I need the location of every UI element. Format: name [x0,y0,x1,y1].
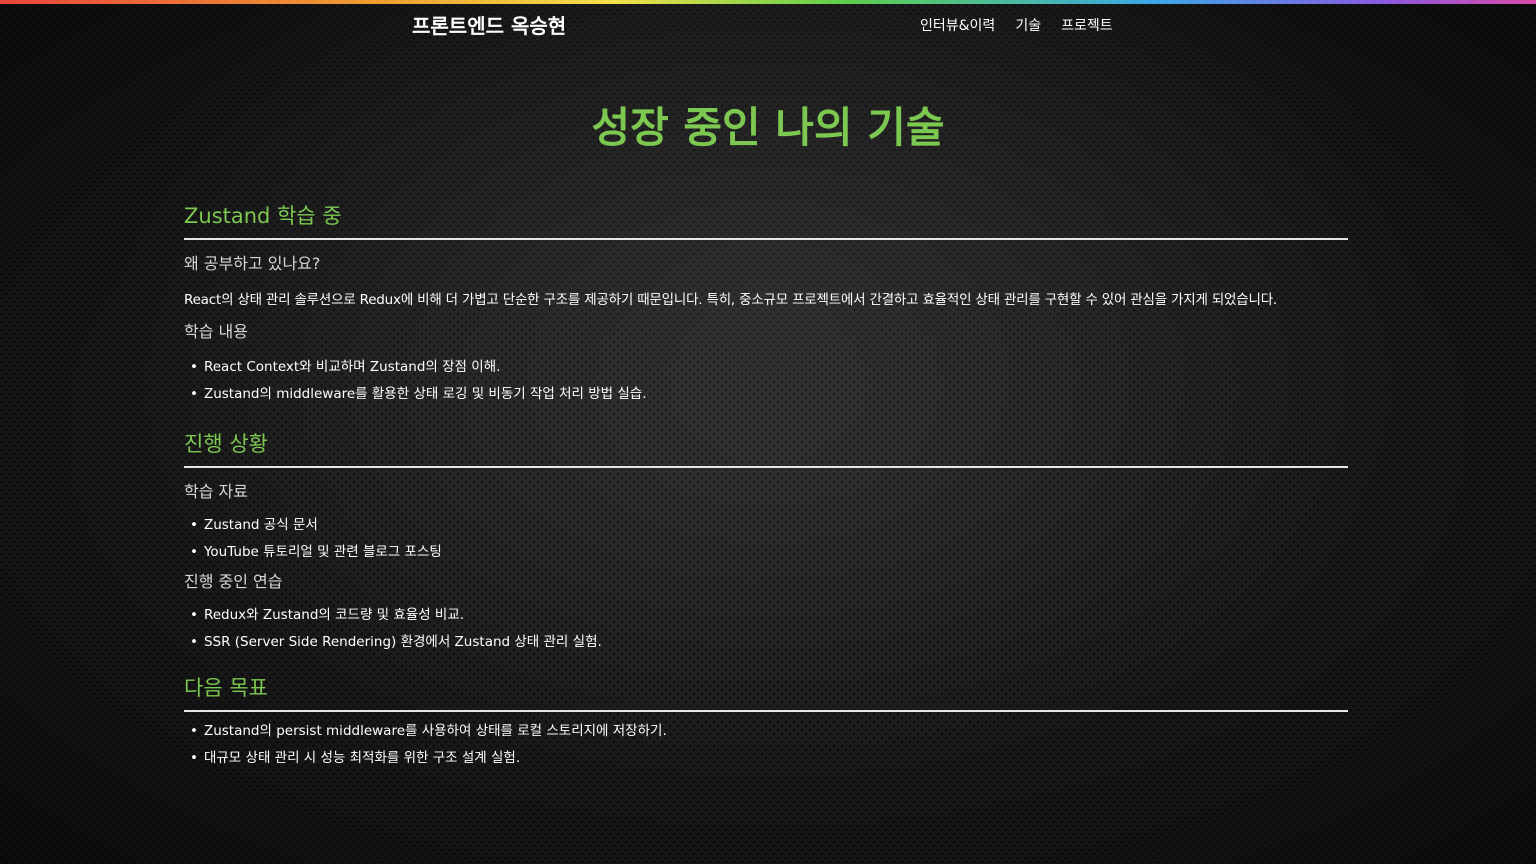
why-studying-heading: 왜 공부하고 있나요? [184,254,321,273]
bullet-icon: • [190,544,198,560]
bullet-icon: • [190,723,198,739]
why-studying-text: React의 상태 관리 솔루션으로 Redux에 비해 더 가볍고 단순한 구… [184,292,1278,308]
list-item-text: Zustand 공식 문서 [203,517,318,533]
bullet-icon: • [190,634,198,650]
section-heading: 다음 목표 [184,672,1348,712]
materials-heading: 학습 자료 [184,482,248,501]
list-item-text: YouTube 튜토리얼 및 관련 블로그 포스팅 [203,544,442,560]
nav-link-interview[interactable]: 인터뷰&이력 [920,15,995,35]
section-zustand-learning: Zustand 학습 중 왜 공부하고 있나요? React의 상태 관리 솔루… [184,200,1348,408]
section-heading: 진행 상황 [184,428,1348,468]
site-title[interactable]: 프론트엔드 옥승현 [412,10,566,39]
practice-heading: 진행 중인 연습 [184,572,283,591]
list-item-text: Zustand의 persist middleware를 사용하여 상태를 로컬… [203,723,667,739]
bullet-icon: • [190,359,198,375]
list-item-text: Zustand의 middleware를 활용한 상태 로깅 및 비동기 작업 … [203,386,647,402]
site-header: 프론트엔드 옥승현 인터뷰&이력 기술 프로젝트 [0,4,1536,44]
list-item-text: SSR (Server Side Rendering) 환경에서 Zustand… [203,634,602,650]
list-item: • 대규모 상태 관리 시 성능 최적화를 위한 구조 설계 실험. [190,745,1348,772]
list-item: • Redux와 Zustand의 코드량 및 효율성 비교. [190,602,1348,629]
bullet-icon: • [190,386,198,402]
section-progress: 진행 상황 학습 자료 • Zustand 공식 문서 • YouTube 튜토리얼… [184,428,1348,656]
list-item: • SSR (Server Side Rendering) 환경에서 Zustan… [190,629,1348,656]
bullet-icon: • [190,750,198,766]
list-item-text: 대규모 상태 관리 시 성능 최적화를 위한 구조 설계 실험. [203,750,521,766]
learning-content-heading: 학습 내용 [184,322,248,341]
main-nav: 인터뷰&이력 기술 프로젝트 [920,15,1113,35]
skills-content: Zustand 학습 중 왜 공부하고 있나요? React의 상태 관리 솔루… [184,200,1348,772]
bullet-icon: • [190,607,198,623]
nav-link-projects[interactable]: 프로젝트 [1061,15,1113,35]
section-next-goals: 다음 목표 • Zustand의 persist middleware를 사용하여… [184,672,1348,772]
materials-list: • Zustand 공식 문서 • YouTube 튜토리얼 및 관련 블로그 포스… [184,512,1348,566]
page-title: 성장 중인 나의 기술 [591,103,945,152]
goals-list: • Zustand의 persist middleware를 사용하여 상태를 로… [184,718,1348,772]
learning-content-list: • React Context와 비교하며 Zustand의 장점 이해. • Zu… [184,354,1348,408]
practice-list: • Redux와 Zustand의 코드량 및 효율성 비교. • SSR (Ser… [184,602,1348,656]
list-item: • Zustand의 persist middleware를 사용하여 상태를 로… [190,718,1348,745]
bullet-icon: • [190,517,198,533]
nav-link-skills[interactable]: 기술 [1015,15,1041,35]
list-item-text: React Context와 비교하며 Zustand의 장점 이해. [203,359,501,375]
list-item: • Zustand의 middleware를 활용한 상태 로깅 및 비동기 작업… [190,381,1348,408]
section-heading: Zustand 학습 중 [184,200,1348,240]
list-item: • Zustand 공식 문서 [190,512,1348,539]
list-item-text: Redux와 Zustand의 코드량 및 효율성 비교. [203,607,465,623]
list-item: • YouTube 튜토리얼 및 관련 블로그 포스팅 [190,539,1348,566]
list-item: • React Context와 비교하며 Zustand의 장점 이해. [190,354,1348,381]
